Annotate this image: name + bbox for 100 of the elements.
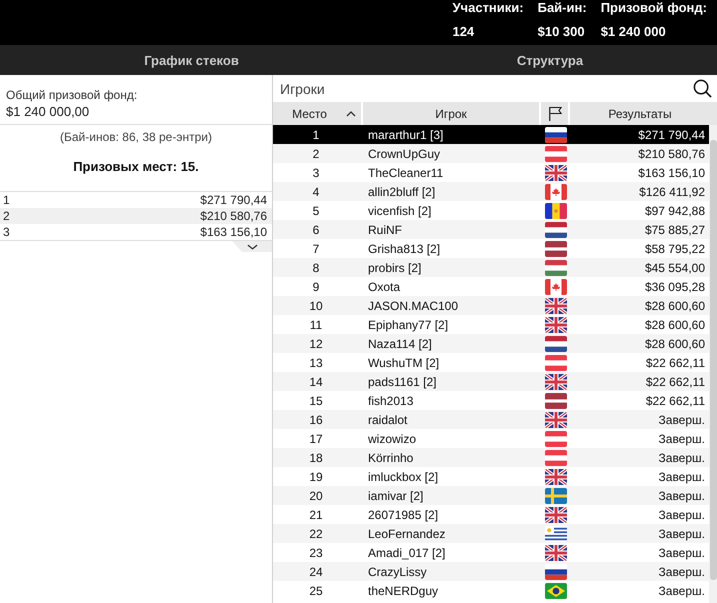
total-label: Общий призовой фонд: xyxy=(6,87,138,103)
player-name: LeoFernandez xyxy=(367,526,446,540)
flag-outline-icon xyxy=(548,106,562,122)
player-row[interactable]: 22 LeoFernandez Заверш. xyxy=(273,524,709,543)
scrollbar-thumb[interactable] xyxy=(710,140,717,580)
player-name: JASON.MAC100 xyxy=(367,298,458,312)
place-number: 6 xyxy=(312,222,320,236)
result-text: Заверш. xyxy=(658,508,706,522)
result-text: $28 600,60 xyxy=(644,318,706,332)
player-row[interactable]: 24 CrazyLissy Заверш. xyxy=(273,562,709,581)
player-row[interactable]: 16 raidalot Заверш. xyxy=(273,410,709,429)
places-note: Призовых мест: 15. xyxy=(72,159,200,175)
entries-note: (Бай-инов: 86, 38 ре-энтри) xyxy=(59,129,213,145)
result-text: Заверш. xyxy=(658,526,706,540)
player-row[interactable]: 1 mararthur1 [3] $271 790,44 xyxy=(273,125,709,144)
result-text: $36 095,28 xyxy=(644,280,706,294)
result-text: Заверш. xyxy=(658,488,706,502)
place-number: 4 xyxy=(312,184,320,198)
place-number: 23 xyxy=(309,546,324,560)
payout-place: 2 xyxy=(3,208,10,224)
result-text: Заверш. xyxy=(658,564,706,578)
result-text: $28 600,60 xyxy=(644,298,706,312)
place-number: 7 xyxy=(312,242,320,256)
player-name: mararthur1 [3] xyxy=(367,128,444,142)
place-number: 24 xyxy=(309,564,324,578)
stat-label: Бай-ин: xyxy=(538,0,587,16)
place-number: 1 xyxy=(312,128,320,142)
player-row[interactable]: 2 CrownUpGuy $210 580,76 xyxy=(273,144,709,163)
player-name: WushuTM [2] xyxy=(367,356,440,370)
place-number: 16 xyxy=(309,412,324,426)
place-number: 20 xyxy=(309,488,324,502)
stat-value: $1 240 000 xyxy=(600,24,667,40)
panel-title: Игроки xyxy=(280,80,325,96)
place-number: 11 xyxy=(310,318,324,332)
result-text: $22 662,11 xyxy=(646,356,706,370)
player-name: fish2013 xyxy=(367,394,414,408)
player-name: Naza114 [2] xyxy=(367,336,432,350)
player-name: Amadi_017 [2] xyxy=(367,546,446,560)
player-name: pads1161 [2] xyxy=(367,374,437,388)
player-name: wizowizo xyxy=(367,432,416,446)
result-text: $45 554,00 xyxy=(644,260,706,274)
result-text: Заверш. xyxy=(658,470,706,484)
player-name: Grisha813 [2] xyxy=(367,242,440,256)
player-row[interactable]: 10 JASON.MAC100 $28 600,60 xyxy=(273,296,709,315)
player-name: Oxota xyxy=(367,280,400,294)
place-number: 10 xyxy=(309,298,324,312)
result-text: Заверш. xyxy=(658,584,706,598)
stat-value: 124 xyxy=(452,24,476,40)
player-name: TheCleaner11 xyxy=(367,166,444,180)
player-name: imluckbox [2] xyxy=(367,470,438,484)
result-text: Заверш. xyxy=(658,432,706,446)
player-name: RuiNF xyxy=(367,222,402,236)
result-text: $75 885,27 xyxy=(644,222,706,236)
tab[interactable]: Структура xyxy=(383,45,717,75)
player-row[interactable]: 12 Naza114 [2] $28 600,60 xyxy=(273,334,709,353)
place-number: 8 xyxy=(312,260,320,274)
player-row[interactable]: 6 RuiNF $75 885,27 xyxy=(273,220,709,239)
player-name: iamivar [2] xyxy=(367,488,424,502)
player-name: Epiphany77 [2] xyxy=(367,318,448,332)
place-number: 3 xyxy=(312,166,320,180)
place-number: 5 xyxy=(312,204,320,218)
place-number: 22 xyxy=(309,526,324,540)
player-row[interactable]: 20 iamivar [2] Заверш. xyxy=(273,486,709,505)
total-value: $1 240 000,00 xyxy=(6,103,90,120)
expand-button[interactable] xyxy=(232,241,272,252)
player-row[interactable]: 4 allin2bluff [2] $126 411,92 xyxy=(273,182,709,201)
result-text: $28 600,60 xyxy=(644,336,706,350)
player-name: CrazyLissy xyxy=(367,564,427,578)
place-number: 14 xyxy=(309,374,324,388)
player-name: probirs [2] xyxy=(367,260,422,274)
payout-amount: $271 790,44 xyxy=(200,192,267,208)
place-number: 17 xyxy=(309,432,324,446)
result-text: Заверш. xyxy=(658,450,706,464)
tab[interactable]: График стеков xyxy=(0,45,383,75)
player-name: theNERDguy xyxy=(367,584,438,598)
payout-amount: $163 156,10 xyxy=(200,224,267,240)
player-name: CrownUpGuy xyxy=(367,146,440,160)
chevron-down-icon xyxy=(246,244,258,250)
result-text: $210 580,76 xyxy=(638,146,706,160)
stat-label: Участники: xyxy=(452,0,524,16)
search-icon[interactable] xyxy=(693,79,712,98)
payout-place: 3 xyxy=(3,224,10,240)
payout-place: 1 xyxy=(3,192,10,208)
player-name: Körrinho xyxy=(367,450,414,464)
stat-label: Призовой фонд: xyxy=(600,0,707,16)
result-text: $97 942,88 xyxy=(644,204,706,218)
stat-value: $10 300 xyxy=(538,24,586,40)
place-number: 21 xyxy=(309,508,324,522)
result-text: $271 790,44 xyxy=(638,128,706,142)
player-row[interactable]: 8 probirs [2] $45 554,00 xyxy=(273,258,709,277)
result-text: $22 662,11 xyxy=(646,374,706,388)
place-number: 15 xyxy=(309,394,324,408)
place-number: 2 xyxy=(312,146,320,160)
place-number: 18 xyxy=(309,450,324,464)
result-text: $22 662,11 xyxy=(646,394,706,408)
place-number: 12 xyxy=(309,336,324,350)
result-text: Заверш. xyxy=(658,412,706,426)
player-row[interactable]: 14 pads1161 [2] $22 662,11 xyxy=(273,372,709,391)
place-number: 19 xyxy=(309,470,324,484)
player-row[interactable]: 18 Körrinho Заверш. xyxy=(273,448,709,467)
